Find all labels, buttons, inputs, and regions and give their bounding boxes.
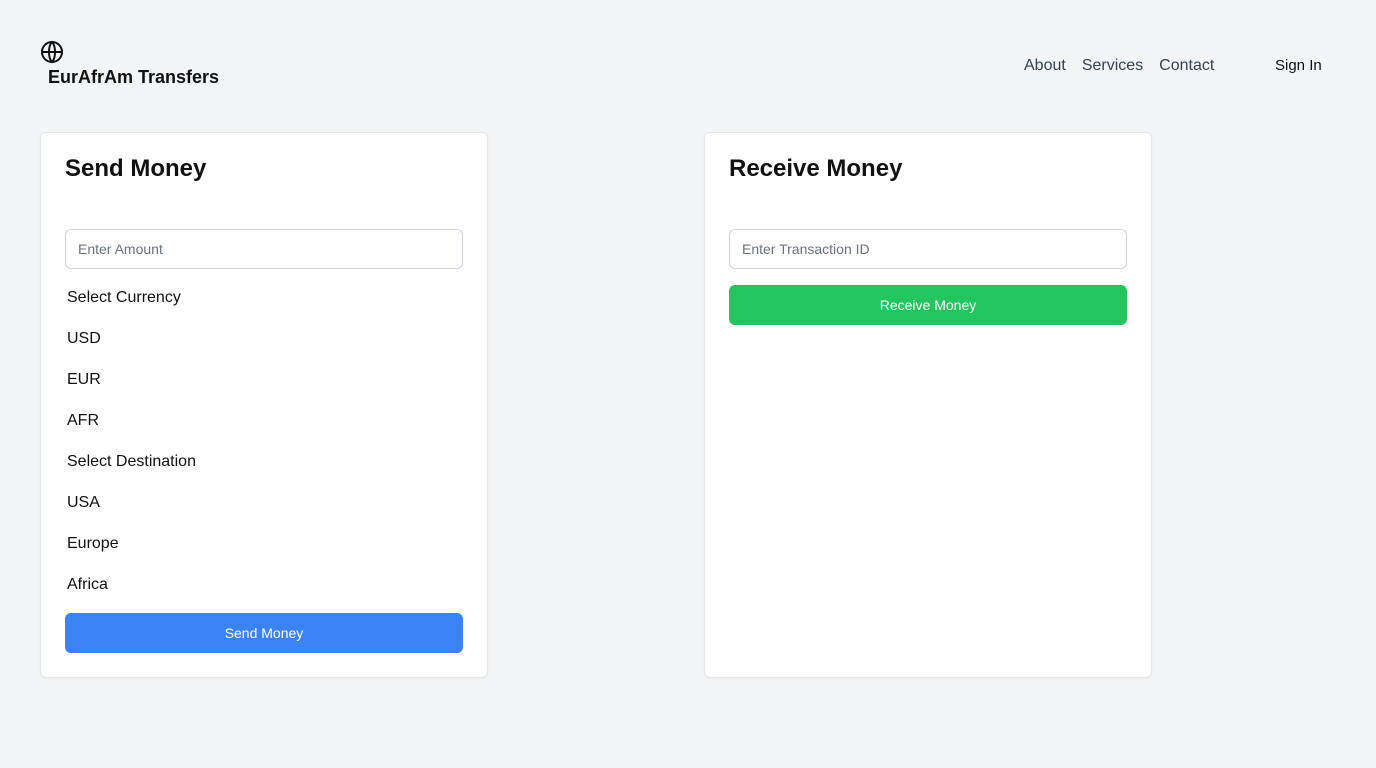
nav-link-services[interactable]: Services (1082, 56, 1143, 76)
send-money-button[interactable]: Send Money (65, 613, 463, 653)
send-money-card: Send Money Select Currency USD EUR AFR S… (40, 132, 488, 678)
globe-icon (41, 40, 63, 64)
receive-money-title: Receive Money (729, 155, 903, 182)
nav-link-contact[interactable]: Contact (1159, 56, 1214, 76)
sign-in-button[interactable]: Sign In (1275, 56, 1322, 76)
site-header: EurAfrAm Transfers About Services Contac… (0, 0, 1376, 110)
receive-money-button[interactable]: Receive Money (729, 285, 1127, 325)
amount-input[interactable] (65, 229, 463, 269)
destination-option-africa[interactable]: Africa (67, 574, 196, 615)
currency-option-afr[interactable]: AFR (67, 410, 196, 451)
destination-option-europe[interactable]: Europe (67, 533, 196, 574)
main-nav: About Services Contact (1024, 56, 1230, 76)
transaction-id-input[interactable] (729, 229, 1127, 269)
currency-option-eur[interactable]: EUR (67, 369, 196, 410)
destination-option-usa[interactable]: USA (67, 492, 196, 533)
receive-money-card: Receive Money Receive Money (704, 132, 1152, 678)
send-options: Select Currency USD EUR AFR Select Desti… (67, 287, 196, 615)
brand[interactable]: EurAfrAm Transfers (40, 40, 219, 87)
destination-option-placeholder[interactable]: Select Destination (67, 451, 196, 492)
currency-option-placeholder[interactable]: Select Currency (67, 287, 196, 328)
send-money-title: Send Money (65, 155, 207, 182)
nav-link-about[interactable]: About (1024, 56, 1066, 76)
brand-name: EurAfrAm Transfers (48, 67, 220, 87)
currency-option-usd[interactable]: USD (67, 328, 196, 369)
